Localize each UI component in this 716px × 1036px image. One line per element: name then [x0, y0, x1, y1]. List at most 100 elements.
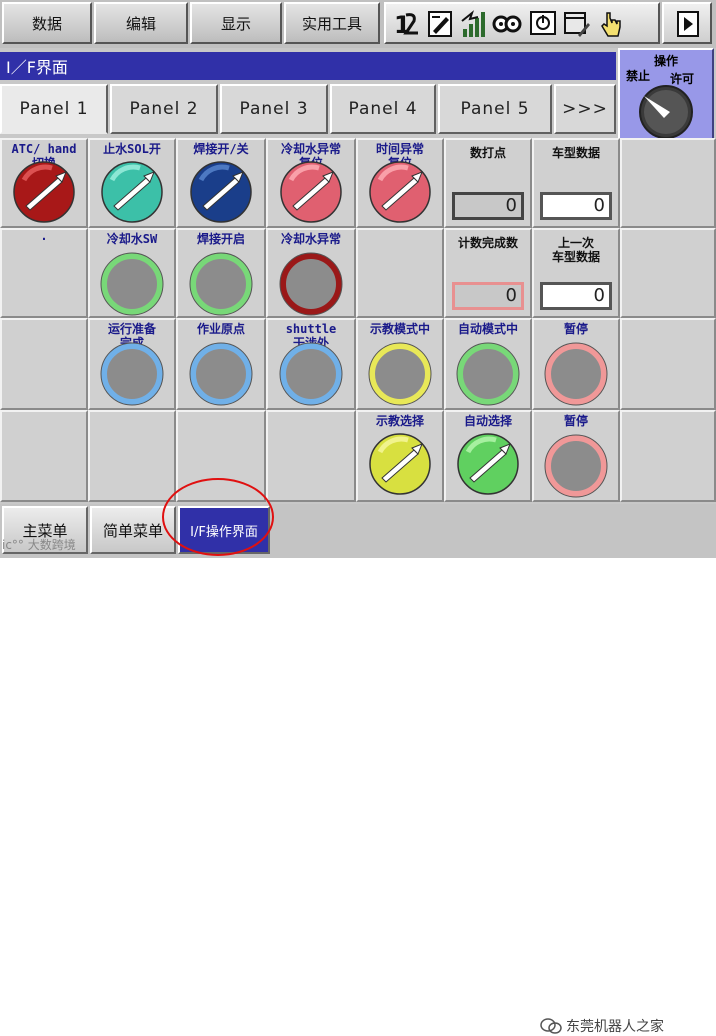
io-cell-label: 暂停 — [563, 414, 588, 428]
indicator-lamp — [100, 342, 164, 406]
io-cell-label: 示教选择 — [375, 414, 424, 428]
io-cell[interactable]: ATC/ hand 切换 — [0, 138, 88, 228]
io-cell — [0, 410, 88, 502]
io-cell-label: 自动模式中 — [457, 322, 518, 336]
numeric-display[interactable]: 0 — [452, 192, 524, 220]
io-cell-label: 冷却水异常 — [280, 232, 341, 246]
indicator-lamp — [279, 252, 343, 316]
io-cell-label: · — [40, 232, 48, 246]
selector-switch[interactable] — [368, 160, 432, 224]
hand-cursor-icon[interactable] — [596, 9, 626, 39]
edit-note-icon[interactable] — [426, 9, 456, 39]
numeric-display[interactable]: 0 — [540, 192, 612, 220]
io-cell[interactable]: 冷却水SW — [88, 228, 176, 318]
io-cell-label: 自动选择 — [463, 414, 512, 428]
io-cell — [620, 318, 716, 410]
tab-panel-3[interactable]: Panel 3 — [220, 84, 328, 134]
menu-display-button[interactable]: 显示 — [190, 2, 282, 44]
io-cell[interactable]: 暂停 — [532, 318, 620, 410]
signal-bars-icon[interactable] — [460, 9, 490, 39]
play-button[interactable] — [662, 2, 712, 44]
tab-panel-4[interactable]: Panel 4 — [330, 84, 436, 134]
cog-link-icon[interactable] — [492, 9, 522, 39]
io-cell — [266, 410, 356, 502]
page-title: I／F界面 — [6, 58, 68, 77]
robot-pendant-screen: 数据 编辑 显示 实用工具 1 I／F界面 操作 禁止 许可 Panel 1 P… — [0, 0, 716, 1035]
io-cell[interactable]: 上一次 车型数据 0 — [532, 228, 620, 318]
io-cell — [0, 318, 88, 410]
io-cell[interactable]: 止水SOL开 — [88, 138, 176, 228]
window-edit-icon[interactable] — [562, 9, 592, 39]
io-cell[interactable]: 焊接开/关 — [176, 138, 266, 228]
io-cell[interactable]: 冷却水异常 复位 — [266, 138, 356, 228]
io-cell[interactable]: 运行准备 完成 — [88, 318, 176, 410]
io-cell[interactable]: 计数完成数 0 — [444, 228, 532, 318]
io-cell — [620, 228, 716, 318]
io-panel-grid: ATC/ hand 切换止水SOL开焊接开/关冷却水异常 复位时间异常 复位数打… — [0, 138, 716, 502]
io-cell[interactable]: shuttle 干涉外 — [266, 318, 356, 410]
tab-next-button[interactable]: >>> — [554, 84, 616, 134]
window-title-bar: I／F界面 — [0, 52, 616, 80]
io-monitor-icon[interactable] — [528, 9, 558, 39]
io-cell-label: 止水SOL开 — [103, 142, 161, 156]
selector-switch[interactable] — [279, 160, 343, 224]
tab-panel-1[interactable]: Panel 1 — [0, 84, 108, 134]
bottom-bar: 主菜单 简单菜单 I/F操作界面 东莞机器人之家 ic°° 大数跨境 — [0, 504, 716, 1035]
io-cell-label: 计数完成数 — [457, 236, 518, 250]
io-cell: · — [0, 228, 88, 318]
io-cell[interactable]: 自动选择 — [444, 410, 532, 502]
io-cell[interactable]: 时间异常 复位 — [356, 138, 444, 228]
tab-panel-5[interactable]: Panel 5 — [438, 84, 552, 134]
indicator-lamp — [100, 252, 164, 316]
indicator-lamp — [279, 342, 343, 406]
io-cell — [620, 138, 716, 228]
panel-tabs: Panel 1 Panel 2 Panel 3 Panel 4 Panel 5 … — [0, 82, 618, 136]
io-cell[interactable]: 冷却水异常 — [266, 228, 356, 318]
one-two-icon[interactable]: 1 — [392, 9, 422, 39]
io-cell-label: 焊接开启 — [196, 232, 245, 246]
io-cell[interactable]: 暂停 — [532, 410, 620, 502]
selector-switch[interactable] — [368, 432, 432, 496]
indicator-lamp — [368, 342, 432, 406]
wechat-icon — [540, 1018, 562, 1034]
tab-panel-2[interactable]: Panel 2 — [110, 84, 218, 134]
operation-permit-box: 操作 禁止 许可 — [618, 48, 714, 140]
io-cell[interactable]: 示教选择 — [356, 410, 444, 502]
io-cell[interactable]: 自动模式中 — [444, 318, 532, 410]
selector-switch[interactable] — [100, 160, 164, 224]
indicator-lamp — [189, 252, 253, 316]
io-cell[interactable]: 数打点 0 — [444, 138, 532, 228]
menu-edit-button[interactable]: 编辑 — [94, 2, 188, 44]
indicator-lamp — [456, 342, 520, 406]
io-cell — [620, 410, 716, 502]
selector-switch[interactable] — [12, 160, 76, 224]
io-cell-label: 上一次 车型数据 — [551, 236, 600, 264]
io-cell-label: 示教模式中 — [369, 322, 430, 336]
io-cell-label: 冷却水SW — [106, 232, 158, 246]
indicator-lamp — [544, 342, 608, 406]
selector-switch[interactable] — [189, 160, 253, 224]
numeric-display[interactable]: 0 — [452, 282, 524, 310]
io-cell-label: 焊接开/关 — [193, 142, 249, 156]
watermark-text: 东莞机器人之家 — [566, 1019, 664, 1035]
watermark: 东莞机器人之家 — [540, 1016, 664, 1036]
operation-knob[interactable] — [634, 82, 698, 138]
io-cell — [356, 228, 444, 318]
menu-utility-button[interactable]: 实用工具 — [284, 2, 380, 44]
io-cell-label: 暂停 — [563, 322, 588, 336]
indicator-lamp — [544, 434, 608, 498]
menu-bar: 数据 编辑 显示 实用工具 1 — [0, 0, 716, 48]
io-cell[interactable]: 作业原点 — [176, 318, 266, 410]
numeric-display[interactable]: 0 — [540, 282, 612, 310]
io-cell-label: 数打点 — [469, 146, 506, 160]
play-icon — [677, 11, 699, 37]
io-cell[interactable]: 焊接开启 — [176, 228, 266, 318]
tool-icon-strip: 1 — [384, 2, 660, 44]
menu-data-button[interactable]: 数据 — [2, 2, 92, 44]
watermark-left-text: ic°° 大数跨境 — [2, 538, 76, 552]
io-cell[interactable]: 示教模式中 — [356, 318, 444, 410]
io-cell-label: 作业原点 — [196, 322, 245, 336]
selector-switch[interactable] — [456, 432, 520, 496]
io-cell-label: 车型数据 — [551, 146, 600, 160]
io-cell[interactable]: 车型数据 0 — [532, 138, 620, 228]
